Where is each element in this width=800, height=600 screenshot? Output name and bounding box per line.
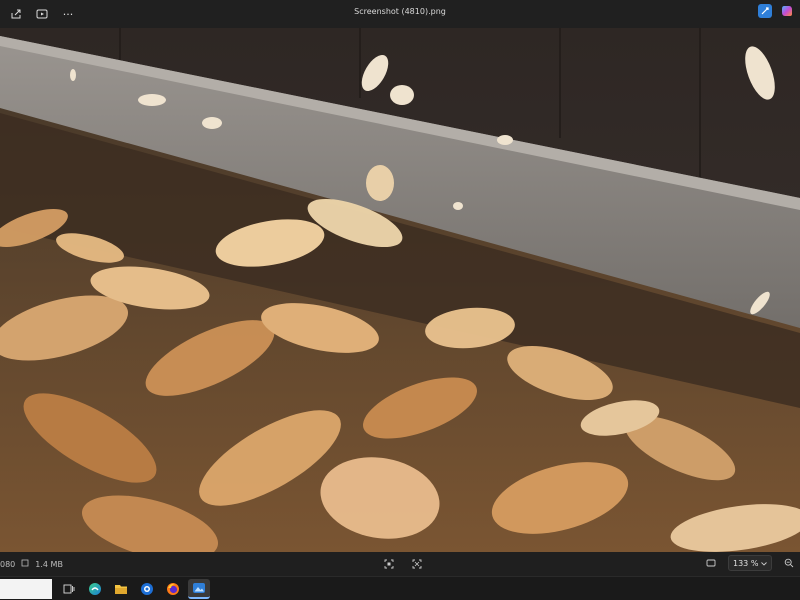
window-title: Screenshot (4810).png xyxy=(354,7,446,16)
file-size: 1.4 MB xyxy=(35,559,63,569)
photo-wood-chips xyxy=(0,28,800,552)
zoom-dropdown[interactable]: 133 % xyxy=(728,555,772,571)
file-explorer-icon[interactable] xyxy=(110,579,132,599)
store-icon[interactable] xyxy=(136,579,158,599)
photos-app-icon[interactable] xyxy=(188,579,210,599)
fit-to-window-icon[interactable] xyxy=(382,557,396,571)
editor-app-icon[interactable] xyxy=(758,4,772,18)
zoom-out-icon[interactable] xyxy=(782,556,796,570)
toolbar-right xyxy=(758,4,794,18)
zoom-value: 133 % xyxy=(733,558,759,568)
zoom-controls: 133 % xyxy=(704,555,796,571)
view-controls xyxy=(382,557,424,571)
image-dimensions: 080 xyxy=(0,559,16,569)
firefox-icon[interactable] xyxy=(162,579,184,599)
edge-browser-icon[interactable] xyxy=(84,579,106,599)
fullscreen-icon[interactable] xyxy=(704,556,718,570)
taskbar-search-box[interactable] xyxy=(0,579,52,599)
copilot-icon[interactable] xyxy=(780,4,794,18)
file-size-icon xyxy=(21,559,29,569)
file-info: 080 1.4 MB xyxy=(0,559,63,569)
image-canvas[interactable] xyxy=(0,28,800,552)
taskbar-apps xyxy=(58,579,210,599)
status-bar: 080 1.4 MB 133 % xyxy=(0,552,800,576)
chevron-down-icon xyxy=(761,559,767,568)
title-bar: ··· Screenshot (4810).png xyxy=(0,0,800,28)
taskbar xyxy=(0,576,800,600)
task-view-icon[interactable] xyxy=(58,579,80,599)
actual-size-icon[interactable] xyxy=(410,557,424,571)
